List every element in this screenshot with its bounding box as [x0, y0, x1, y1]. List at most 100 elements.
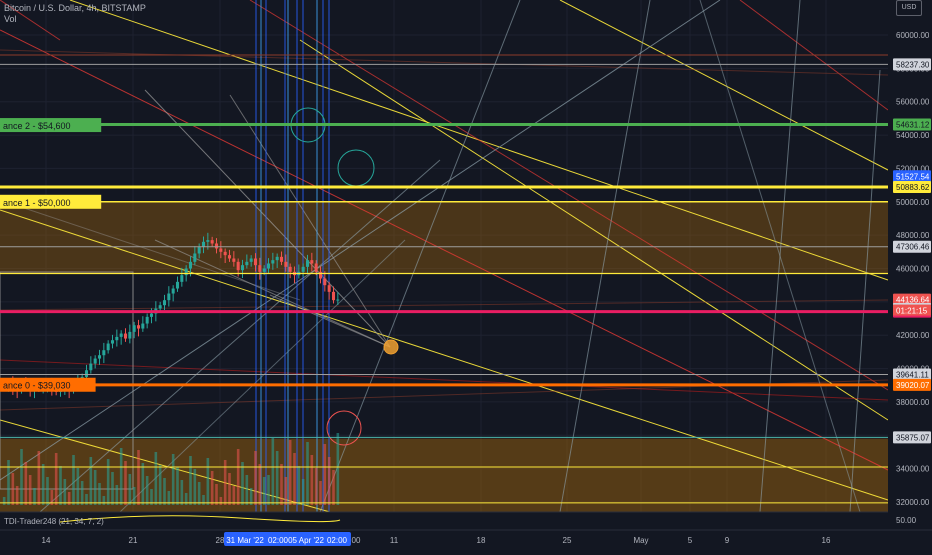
price-tag-label: 35875.07: [896, 433, 930, 442]
candle-body: [175, 281, 180, 289]
volume-bar: [119, 448, 123, 505]
candle-body: [188, 261, 193, 269]
candle-body: [206, 240, 210, 242]
axis-background: [0, 530, 932, 550]
time-tick-label: 5: [688, 536, 693, 545]
candle-body: [162, 300, 167, 306]
volume-bar: [154, 452, 158, 505]
price-tag-label: 39641.11: [896, 371, 929, 380]
candle-body: [184, 268, 188, 276]
volume-bar: [236, 449, 240, 505]
volume-bar: [306, 442, 309, 505]
candle-body: [318, 271, 323, 279]
time-tick-label: 21: [129, 536, 138, 545]
price-axis[interactable]: 32000.0034000.0036000.0038000.0040000.00…: [888, 0, 932, 530]
candle-body: [214, 243, 219, 249]
candle-body: [227, 255, 232, 259]
candle-body: [210, 240, 214, 244]
volume-bar: [72, 455, 75, 505]
time-tick-label: May: [633, 536, 648, 545]
candle-body: [119, 333, 123, 337]
volume-bar: [254, 451, 257, 505]
candle-body: [167, 293, 171, 301]
volume-bar: [189, 456, 192, 505]
price-tag-label: 51527.54: [896, 172, 930, 181]
candle-body: [262, 268, 266, 272]
volume-bar: [93, 470, 97, 505]
volume-bar: [262, 477, 266, 505]
candle-body: [128, 331, 132, 339]
volume-bar: [180, 480, 184, 505]
volume-bar: [271, 438, 275, 505]
indicator-label: TDI-Trader248 (21, 34, 7, 2): [4, 517, 104, 526]
volume-bar: [141, 463, 145, 505]
time-highlight-label: 02:00: [327, 536, 348, 545]
level-label: ance 0 - $39,030: [3, 381, 71, 391]
candle-body: [266, 263, 271, 269]
candle-body: [193, 253, 197, 262]
volume-bar: [115, 485, 119, 505]
chart-area[interactable]: ance 2 - $54,600 ance 1 - $50,000 ance 0 -…: [0, 0, 932, 550]
candle-body: [279, 256, 284, 262]
volume-bar: [54, 453, 58, 505]
candle-body: [145, 316, 149, 324]
volume-bar: [301, 479, 305, 505]
price-tag-label: 50883.62: [896, 183, 930, 192]
indicator-scale-label: 50.00: [896, 516, 917, 525]
volume-bar: [145, 476, 149, 505]
volume-bar: [28, 475, 32, 505]
volume-bar: [41, 464, 45, 505]
price-tag-label: 54631.12: [896, 121, 930, 130]
price-chart[interactable]: ance 2 - $54,600 ance 1 - $50,000 ance 0 -…: [0, 0, 932, 550]
volume-bar: [106, 459, 110, 505]
volume-bar: [310, 455, 314, 505]
candle-body: [336, 299, 340, 301]
volume-bar: [124, 461, 127, 505]
candle-body: [253, 258, 258, 266]
level-label: ance 2 - $54,600: [3, 121, 71, 131]
price-tick-label: 50000.00: [896, 198, 930, 207]
time-tick-label: 9: [725, 536, 730, 545]
candle-body: [331, 291, 336, 301]
price-tick-label: 60000.00: [896, 31, 930, 40]
time-highlight-label: 31 Mar '22: [226, 536, 264, 545]
time-axis[interactable]: 14 21 28 11 18 25 May 5 9 16 31 Mar '22 02:00 05 Apr…: [0, 529, 932, 550]
chart-header: Bitcoin / U.S. Dollar, 4h, BITSTAMP Vol: [4, 3, 146, 25]
volume-bar: [258, 464, 262, 505]
candle-body: [89, 363, 93, 371]
candle-body: [245, 261, 249, 266]
candle-body: [249, 258, 253, 262]
level-label: ance 1 - $50,000: [3, 198, 71, 208]
volume-bar: [232, 486, 236, 505]
volume-bar: [288, 440, 292, 505]
candle-body: [258, 265, 262, 272]
price-tick-label: 38000.00: [896, 398, 930, 407]
candle-body: [136, 325, 141, 329]
price-tag-label: 58237.30: [896, 60, 930, 69]
time-tick-label: 16: [822, 536, 831, 545]
time-highlight-label: 05 Apr '22: [288, 536, 324, 545]
volume-bar: [193, 469, 197, 505]
candle-body: [284, 261, 288, 267]
candle-body: [310, 260, 314, 264]
symbol-title[interactable]: Bitcoin / U.S. Dollar, 4h, BITSTAMP: [4, 3, 146, 14]
volume-bar: [37, 451, 41, 505]
volume-bar: [297, 466, 301, 505]
volume-bar: [171, 454, 175, 505]
volume-label[interactable]: Vol: [4, 14, 146, 25]
volume-bar: [202, 495, 205, 505]
candle-body: [232, 258, 236, 262]
volume-bar: [323, 444, 327, 505]
volume-bar: [46, 477, 49, 505]
time-tick-label: 28: [216, 536, 225, 545]
candle-body: [180, 275, 184, 282]
volume-bar: [245, 475, 249, 505]
price-tag-label: 47306.46: [896, 243, 930, 252]
time-tick-label: 18: [477, 536, 486, 545]
volume-bar: [132, 487, 136, 505]
volume-bar: [24, 462, 28, 505]
volume-bar: [102, 496, 106, 505]
volume-bar: [228, 473, 231, 505]
currency-label[interactable]: USD: [896, 0, 922, 16]
volume-bar: [197, 482, 201, 505]
